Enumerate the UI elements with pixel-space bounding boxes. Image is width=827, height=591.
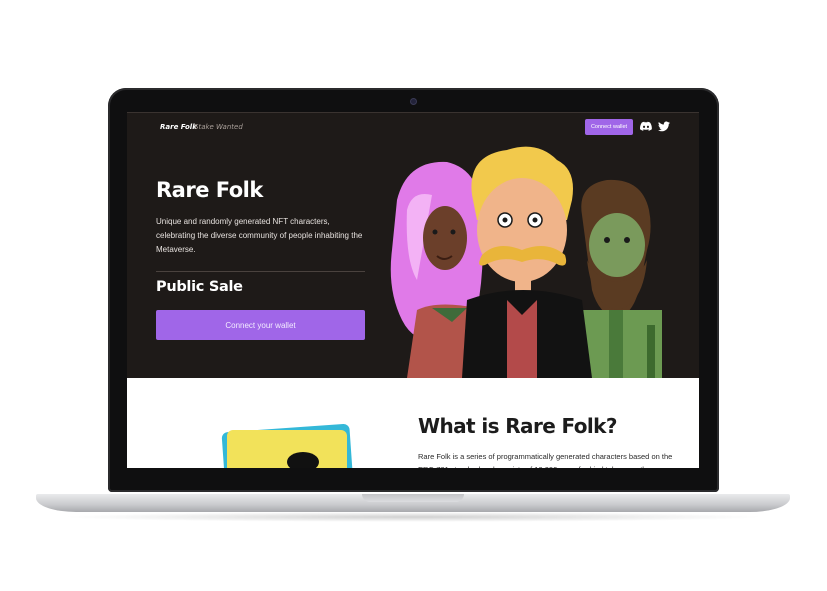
about-title: What is Rare Folk? [418,414,617,438]
discord-icon[interactable] [640,121,652,132]
hero-description: Unique and randomly generated NFT charac… [156,217,363,254]
green-character-illustration [581,179,662,378]
nav-link-wanted[interactable]: Wanted [216,123,243,131]
hero-characters-illustration [390,146,662,378]
camera-icon [410,98,417,105]
laptop-shadow [60,512,766,522]
laptop-notch [362,494,464,502]
hero-title: Rare Folk [156,178,263,202]
connect-your-wallet-button[interactable]: Connect your wallet [156,310,365,340]
card-stack-illustration [221,423,353,468]
hero-divider [156,271,365,272]
nav-link-rare-folk[interactable]: Rare Folk [160,123,197,131]
blonde-character-illustration [462,146,592,378]
public-sale-title: Public Sale [156,279,243,295]
hero-top-border [127,112,699,113]
about-text: Rare Folk is a series of programmaticall… [418,452,673,468]
about-section: What is Rare Folk? Rare Folk is a series… [127,378,699,468]
nav-link-stake[interactable]: Stake [194,123,214,131]
laptop-screen: Rare Folk Stake Wanted Connect wallet Ra… [127,112,699,468]
twitter-icon[interactable] [658,121,670,132]
hero-section: Rare Folk Stake Wanted Connect wallet Ra… [127,112,699,378]
connect-wallet-button[interactable]: Connect wallet [585,119,633,135]
